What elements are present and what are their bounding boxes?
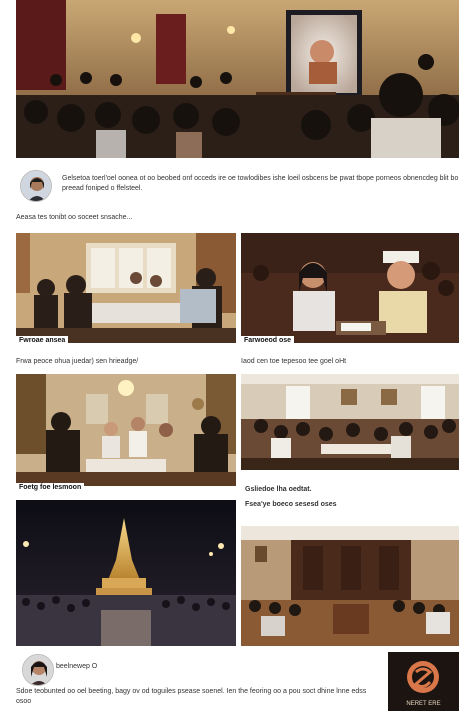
caption-line-grid-1: Frwa peoce ohua juedar) sen hrieadge/ bbox=[16, 358, 139, 365]
photo-family-dinner[interactable] bbox=[16, 374, 236, 486]
caption-grid-2: Farwoeod ose bbox=[241, 336, 295, 345]
caption-line-grid-4a: Gsliedoe lha oedtat. bbox=[245, 486, 312, 493]
caption-grid-1: Fwroae ansea bbox=[16, 336, 69, 345]
photo-meeting-room[interactable] bbox=[241, 526, 459, 646]
logo-text: NERET ERE bbox=[406, 701, 441, 707]
post-text: Gelsetoa toerl'oel oonea ot oo beobed on… bbox=[62, 175, 459, 192]
photo-night-pagoda[interactable] bbox=[16, 500, 236, 646]
author-avatar[interactable] bbox=[20, 170, 52, 202]
hero-photo-auditorium bbox=[16, 0, 459, 158]
caption-grid-3: Foetg foe lesmoon bbox=[16, 483, 85, 492]
post-subtext: Aeasa tes tonibt oo soceet snsache... bbox=[16, 214, 133, 221]
brand-logo: NERET ERE bbox=[388, 652, 459, 711]
caption-line-grid-4b: Fsea'ye boeco sesesd oses bbox=[245, 501, 337, 508]
caption-line-grid-2: Iaod cen toe tepesoo tee goel oHt bbox=[241, 358, 347, 365]
footer-text: Sdoe teobunted oo oel beeting, bagy ov o… bbox=[16, 688, 367, 705]
post-header: Gelsetoa toerl'oel oonea ot oo beobed on… bbox=[16, 166, 459, 206]
footer-author-name[interactable]: beelnewep O bbox=[56, 663, 97, 670]
footer-avatar[interactable] bbox=[22, 654, 54, 686]
photo-community-hall[interactable] bbox=[241, 374, 459, 470]
photo-dining-hall[interactable] bbox=[16, 233, 236, 343]
photo-talk-elder[interactable] bbox=[241, 233, 459, 343]
